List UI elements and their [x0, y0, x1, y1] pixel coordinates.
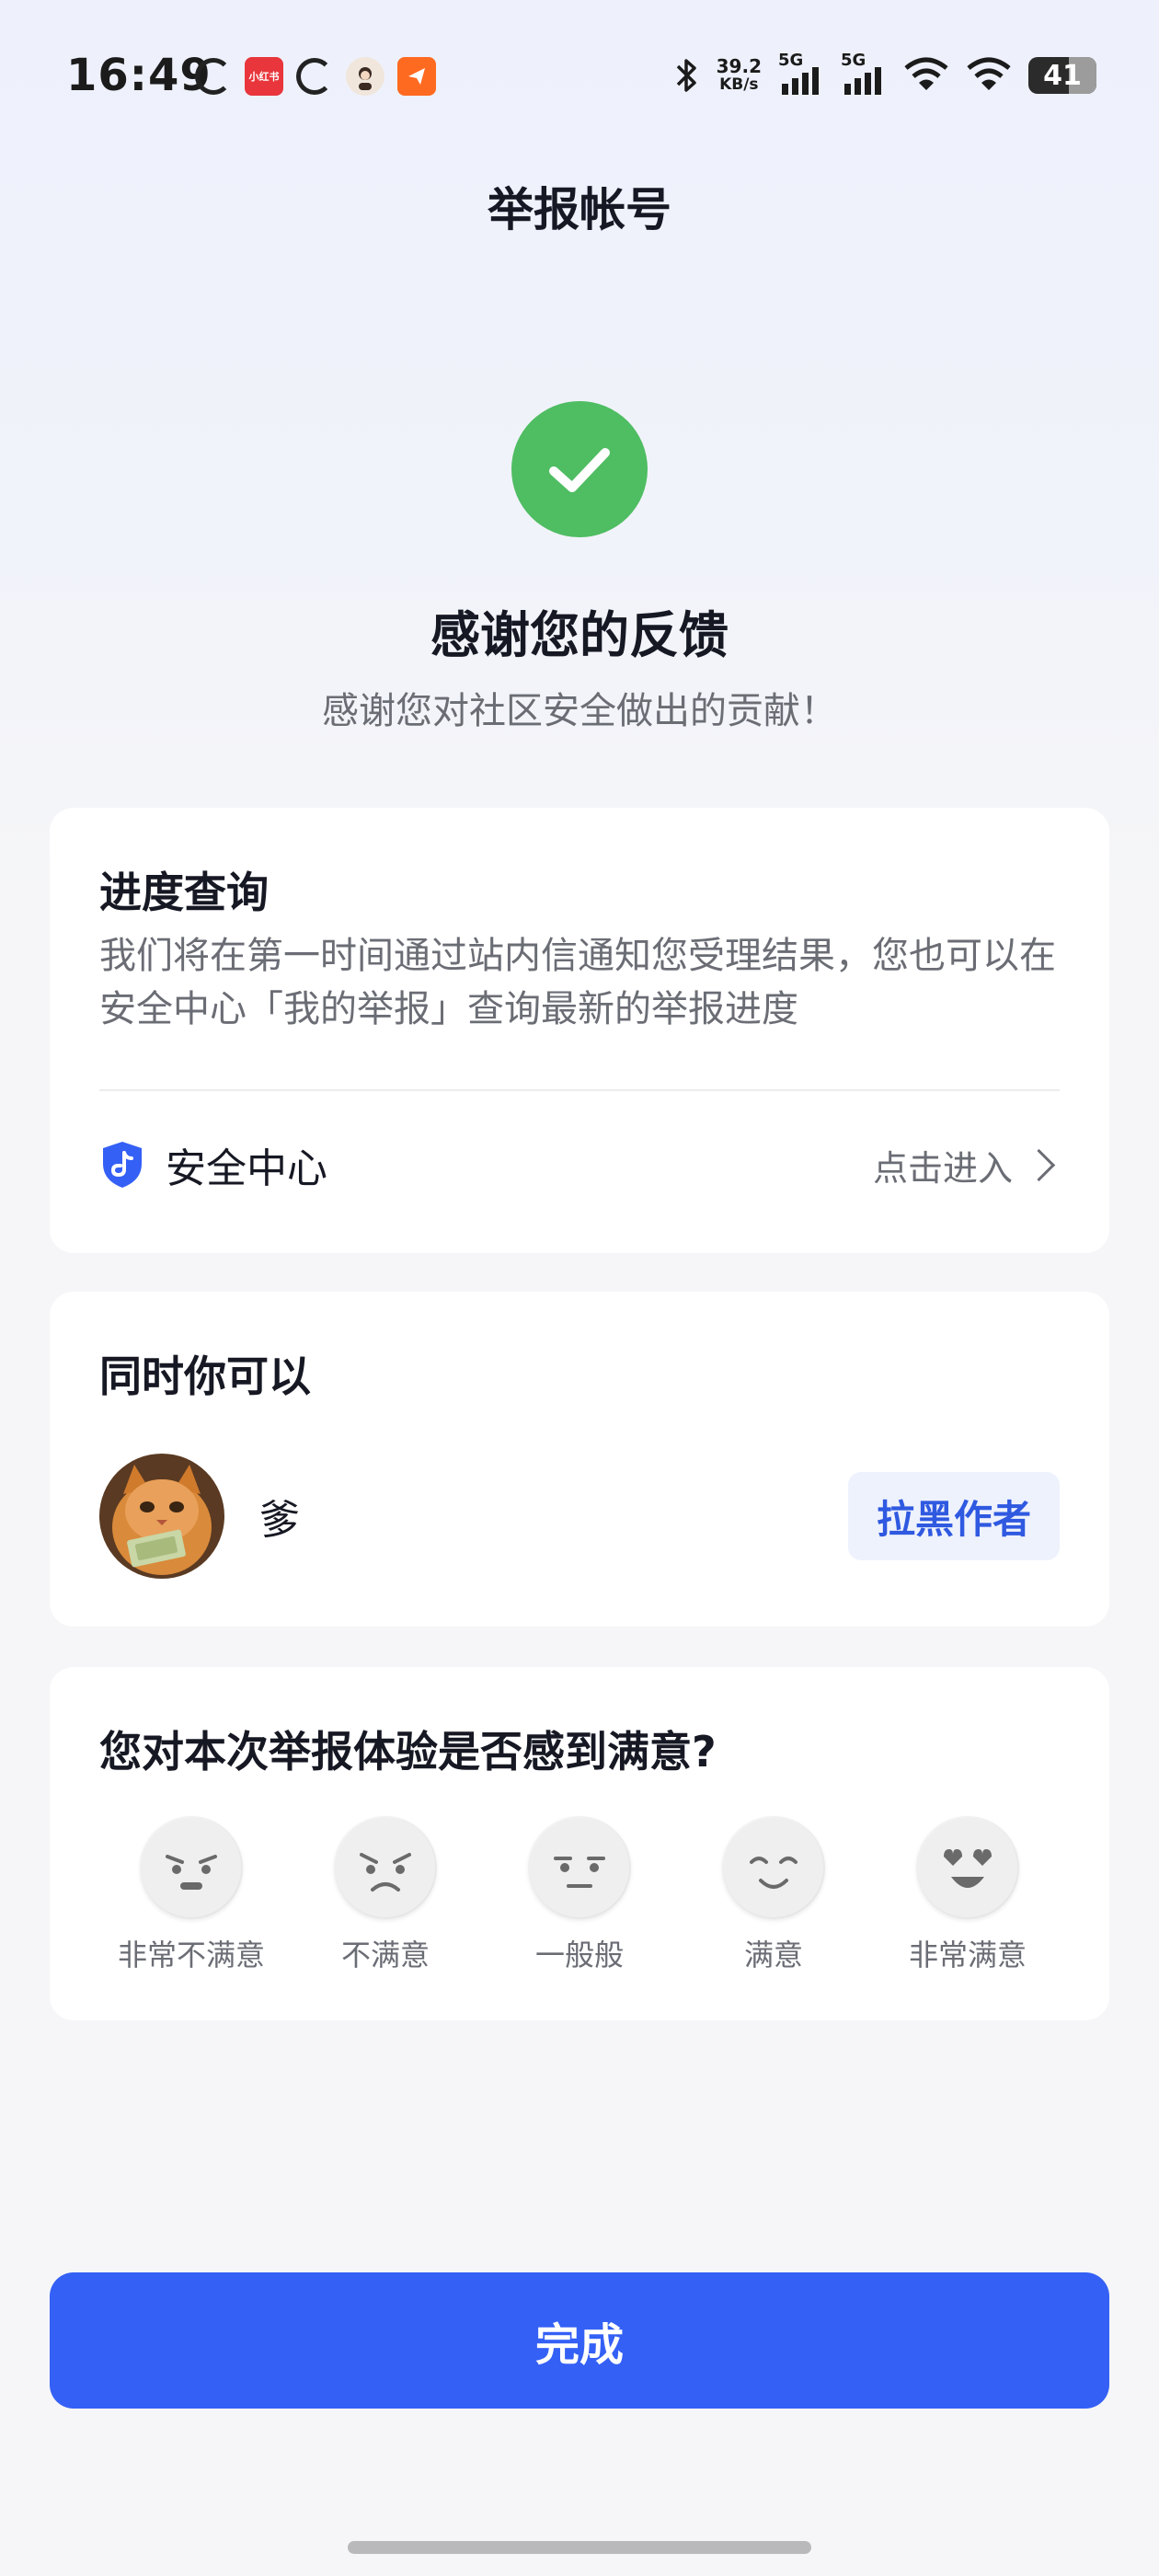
rating-neutral[interactable]: 一般般 — [488, 1816, 671, 1974]
smile-face-icon — [722, 1816, 825, 1919]
wifi-icon — [904, 57, 948, 90]
notification-icons: 小红书 — [195, 57, 436, 96]
rating-very-satisfied[interactable]: 非常满意 — [876, 1816, 1060, 1974]
safety-center-row[interactable]: 安全中心 点击进入 — [99, 1119, 1060, 1211]
result-title: 感谢您的反馈 — [430, 606, 729, 664]
avatar-app-icon — [346, 57, 384, 96]
enter-link[interactable]: 点击进入 — [873, 1140, 1060, 1190]
page-title: 举报帐号 — [488, 183, 671, 236]
also-card: 同时你可以 爹 拉黑作者 — [50, 1292, 1109, 1627]
enter-label: 点击进入 — [872, 1147, 1013, 1189]
net-speed-unit: KB/s — [719, 75, 759, 94]
signal-icon: 5G — [778, 51, 824, 95]
weibo-like-swirl-icon — [195, 58, 232, 95]
neutral-face-icon — [528, 1816, 631, 1919]
avatar[interactable] — [99, 1454, 224, 1579]
rating-satisfied[interactable]: 满意 — [682, 1816, 866, 1974]
shield-icon — [103, 1142, 142, 1188]
user-name: 爹 — [259, 1497, 300, 1544]
net-speed: 39.2 KB/s — [717, 57, 762, 94]
wifi-icon — [967, 57, 1011, 90]
angry-face-icon — [334, 1816, 437, 1919]
rating-label: 非常不满意 — [117, 1938, 265, 1972]
battery-level: 41 — [1043, 59, 1082, 92]
safety-center-label: 安全中心 — [166, 1145, 327, 1192]
progress-title: 进度查询 — [99, 868, 269, 917]
divider — [99, 1089, 1060, 1091]
status-time: 16:49 — [66, 50, 212, 101]
rating-label: 一般般 — [534, 1938, 624, 1972]
home-indicator[interactable] — [348, 2541, 811, 2554]
rating-dissatisfied[interactable]: 不满意 — [293, 1816, 477, 1974]
result-subtitle: 感谢您对社区安全做出的贡献！ — [322, 690, 837, 732]
status-bar: 16:49 小红书 39.2 KB/s 5G 5G 41 — [0, 0, 1159, 156]
block-author-button[interactable]: 拉黑作者 — [848, 1472, 1060, 1560]
progress-description: 我们将在第一时间通过站内信通知您受理结果，您也可以在安全中心「我的举报」查询最新… — [99, 935, 1056, 1030]
sim2-label: 5G — [841, 51, 866, 70]
net-speed-value: 39.2 — [716, 55, 762, 77]
bluetooth-icon — [676, 59, 696, 92]
heart-eyes-face-icon — [916, 1816, 1019, 1919]
orange-send-app-icon — [397, 57, 436, 96]
survey-title: 您对本次举报体验是否感到满意? — [99, 1727, 717, 1777]
rating-label: 满意 — [743, 1938, 803, 1972]
chevron-right-icon — [1022, 1148, 1056, 1181]
signal-icon: 5G — [841, 51, 887, 95]
rating-label: 不满意 — [340, 1938, 430, 1972]
system-icons: 39.2 KB/s 5G 5G 41 — [672, 51, 1096, 96]
weibo-like-swirl-icon — [296, 58, 333, 95]
rating-options: 非常不满意 不满意 一般般 满意 非常满意 — [99, 1816, 1060, 1974]
very-angry-face-icon — [140, 1816, 243, 1919]
app-badge-label: 小红书 — [248, 71, 280, 83]
battery-icon: 41 — [1028, 57, 1096, 94]
xiaohongshu-app-icon: 小红书 — [245, 57, 283, 96]
check-icon — [511, 401, 648, 537]
also-title: 同时你可以 — [99, 1351, 311, 1401]
survey-card: 您对本次举报体验是否感到满意? 非常不满意 不满意 一般般 满意 非常满意 — [50, 1667, 1109, 2020]
sim1-label: 5G — [778, 51, 804, 70]
done-button[interactable]: 完成 — [50, 2272, 1109, 2409]
rating-very-dissatisfied[interactable]: 非常不满意 — [99, 1816, 283, 1974]
rating-label: 非常满意 — [908, 1938, 1027, 1972]
progress-card: 进度查询 我们将在第一时间通过站内信通知您受理结果，您也可以在安全中心「我的举报… — [50, 808, 1109, 1253]
